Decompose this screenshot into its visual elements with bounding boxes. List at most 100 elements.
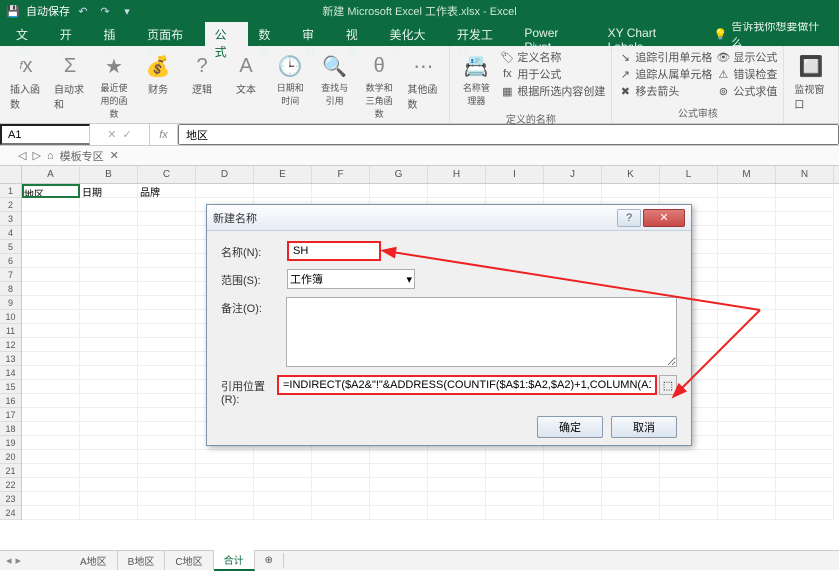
- cell-F23[interactable]: [312, 492, 370, 506]
- cell-D21[interactable]: [196, 464, 254, 478]
- autosum-button[interactable]: Σ 自动求和: [50, 49, 90, 113]
- ref-input[interactable]: [277, 375, 657, 395]
- cell-I24[interactable]: [486, 506, 544, 520]
- cell-B1[interactable]: 日期: [80, 184, 138, 198]
- cell-C16[interactable]: [138, 394, 196, 408]
- cell-K21[interactable]: [602, 464, 660, 478]
- cell-D22[interactable]: [196, 478, 254, 492]
- cell-C24[interactable]: [138, 506, 196, 520]
- cell-G21[interactable]: [370, 464, 428, 478]
- define-name-button[interactable]: 🏷定义名称: [500, 49, 605, 65]
- col-header-E[interactable]: E: [254, 166, 312, 183]
- cell-K20[interactable]: [602, 450, 660, 464]
- cell-A19[interactable]: [22, 436, 80, 450]
- cell-B22[interactable]: [80, 478, 138, 492]
- cell-A23[interactable]: [22, 492, 80, 506]
- row-header[interactable]: 5: [0, 240, 22, 254]
- logical-button[interactable]: ? 逻辑: [182, 49, 222, 98]
- cell-A5[interactable]: [22, 240, 80, 254]
- ok-button[interactable]: 确定: [537, 416, 603, 438]
- cell-N4[interactable]: [776, 226, 834, 240]
- cell-M14[interactable]: [718, 366, 776, 380]
- sheet-tab-b[interactable]: B地区: [118, 551, 166, 570]
- cell-A14[interactable]: [22, 366, 80, 380]
- cell-N3[interactable]: [776, 212, 834, 226]
- cell-B17[interactable]: [80, 408, 138, 422]
- cell-B7[interactable]: [80, 268, 138, 282]
- cell-A11[interactable]: [22, 324, 80, 338]
- cell-C3[interactable]: [138, 212, 196, 226]
- row-header[interactable]: 2: [0, 198, 22, 212]
- watch-window-button[interactable]: 🔲 监视窗口: [790, 49, 832, 113]
- cell-D20[interactable]: [196, 450, 254, 464]
- cell-A6[interactable]: [22, 254, 80, 268]
- cell-M18[interactable]: [718, 422, 776, 436]
- cell-A13[interactable]: [22, 352, 80, 366]
- cell-A8[interactable]: [22, 282, 80, 296]
- create-from-selection-button[interactable]: ▦根据所选内容创建: [500, 83, 605, 99]
- redo-icon[interactable]: ↷: [96, 2, 114, 20]
- cell-B13[interactable]: [80, 352, 138, 366]
- use-in-formula-button[interactable]: fx用于公式: [500, 66, 605, 82]
- row-header[interactable]: 22: [0, 478, 22, 492]
- cell-G1[interactable]: [370, 184, 428, 198]
- cell-N5[interactable]: [776, 240, 834, 254]
- name-manager-button[interactable]: 📇 名称管理器: [456, 49, 496, 109]
- math-button[interactable]: θ 数学和三角函数: [359, 49, 399, 122]
- tab-xychart[interactable]: XY Chart Labels: [598, 22, 704, 46]
- cell-N8[interactable]: [776, 282, 834, 296]
- cell-C18[interactable]: [138, 422, 196, 436]
- row-header[interactable]: 11: [0, 324, 22, 338]
- tab-home[interactable]: 开始: [50, 22, 94, 46]
- fx-label-icon[interactable]: fx: [150, 124, 178, 145]
- cell-H22[interactable]: [428, 478, 486, 492]
- row-header[interactable]: 4: [0, 226, 22, 240]
- dialog-help-button[interactable]: ?: [617, 209, 641, 227]
- cell-N13[interactable]: [776, 352, 834, 366]
- cell-C2[interactable]: [138, 198, 196, 212]
- datetime-button[interactable]: 🕒 日期和时间: [270, 49, 310, 109]
- lookup-button[interactable]: 🔍 查找与引用: [314, 49, 354, 109]
- cell-C12[interactable]: [138, 338, 196, 352]
- row-header[interactable]: 17: [0, 408, 22, 422]
- error-check-button[interactable]: ⚠错误检查: [716, 66, 777, 82]
- cell-M15[interactable]: [718, 380, 776, 394]
- cell-B24[interactable]: [80, 506, 138, 520]
- row-header[interactable]: 23: [0, 492, 22, 506]
- row-header[interactable]: 20: [0, 450, 22, 464]
- cell-F24[interactable]: [312, 506, 370, 520]
- cell-M4[interactable]: [718, 226, 776, 240]
- ref-collapse-button[interactable]: ⬚: [659, 375, 677, 395]
- row-header[interactable]: 3: [0, 212, 22, 226]
- cell-L24[interactable]: [660, 506, 718, 520]
- cell-I21[interactable]: [486, 464, 544, 478]
- more-fn-button[interactable]: ⋯ 其他函数: [403, 49, 443, 113]
- cell-J24[interactable]: [544, 506, 602, 520]
- cell-C15[interactable]: [138, 380, 196, 394]
- cell-K22[interactable]: [602, 478, 660, 492]
- cell-M5[interactable]: [718, 240, 776, 254]
- col-header-F[interactable]: F: [312, 166, 370, 183]
- col-header-B[interactable]: B: [80, 166, 138, 183]
- template-zone[interactable]: 模板专区: [60, 148, 104, 164]
- cell-N15[interactable]: [776, 380, 834, 394]
- cell-C8[interactable]: [138, 282, 196, 296]
- col-header-A[interactable]: A: [22, 166, 80, 183]
- row-header[interactable]: 1: [0, 184, 22, 198]
- cell-L20[interactable]: [660, 450, 718, 464]
- cell-I23[interactable]: [486, 492, 544, 506]
- evaluate-formula-button[interactable]: ⊚公式求值: [716, 83, 777, 99]
- cell-L23[interactable]: [660, 492, 718, 506]
- col-header-L[interactable]: L: [660, 166, 718, 183]
- tab-file[interactable]: 文件: [6, 22, 50, 46]
- cell-N23[interactable]: [776, 492, 834, 506]
- cell-J1[interactable]: [544, 184, 602, 198]
- name-input[interactable]: [287, 241, 381, 261]
- cell-F22[interactable]: [312, 478, 370, 492]
- cell-C23[interactable]: [138, 492, 196, 506]
- cell-N22[interactable]: [776, 478, 834, 492]
- cell-N24[interactable]: [776, 506, 834, 520]
- cancel-button[interactable]: 取消: [611, 416, 677, 438]
- col-header-G[interactable]: G: [370, 166, 428, 183]
- financial-button[interactable]: 💰 财务: [138, 49, 178, 98]
